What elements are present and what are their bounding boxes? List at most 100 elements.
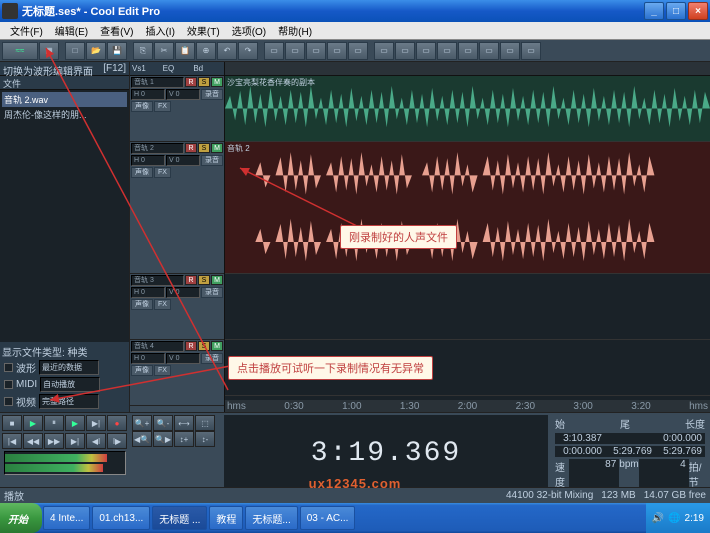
toolbar-multitrack-icon[interactable]: ▦ <box>39 42 59 60</box>
zoom-sel-button[interactable]: ⬚ <box>195 415 215 431</box>
rewind-button[interactable]: ◀◀ <box>23 433 43 449</box>
start-button[interactable]: 开始 <box>0 503 42 533</box>
goto-end-button[interactable]: ▶| <box>65 433 85 449</box>
waveform-track-1[interactable]: 沙宝亮梨花香伴奏的副本 <box>225 76 710 142</box>
toolbar-waveform-icon[interactable]: ≈≈ <box>2 42 38 60</box>
toolbar-mixpaste-icon[interactable]: ⊕ <box>196 42 216 60</box>
taskbar-item[interactable]: 无标题 ... <box>152 506 207 530</box>
play-loop-button[interactable]: ▶ <box>65 415 85 431</box>
record-arm-button[interactable]: R <box>185 143 197 153</box>
zoom-v-in-button[interactable]: ↕+ <box>174 431 194 447</box>
maximize-button[interactable]: □ <box>666 2 686 20</box>
zoom-out-button[interactable]: 🔍- <box>153 415 173 431</box>
toolbar-paste-icon[interactable]: 📋 <box>175 42 195 60</box>
status-samplerate: 44100 32-bit Mixing <box>506 490 593 501</box>
timeline[interactable] <box>225 62 710 76</box>
toolbar-open-icon[interactable]: 📂 <box>86 42 106 60</box>
menu-options[interactable]: 选项(O) <box>226 22 272 39</box>
toolbar-cut-icon[interactable]: ✂ <box>154 42 174 60</box>
file-item[interactable]: 周杰伦-像这样的朋... <box>2 107 127 122</box>
forward-button[interactable]: ▶▶ <box>44 433 64 449</box>
toolbar-btn-f[interactable]: ▭ <box>374 42 394 60</box>
play-to-end-button[interactable]: ▶| <box>86 415 106 431</box>
play-button[interactable]: ▶ <box>23 415 43 431</box>
zoom-in-right-button[interactable]: 🔍▶ <box>153 431 173 447</box>
toolbar-copy-icon[interactable]: ⎘ <box>133 42 153 60</box>
file-tab[interactable]: 文件 <box>0 76 129 90</box>
toolbar-btn-i[interactable]: ▭ <box>437 42 457 60</box>
toolbar-btn-g[interactable]: ▭ <box>395 42 415 60</box>
file-item[interactable]: 音轨 2.wav <box>2 92 127 107</box>
solo-button[interactable]: S <box>198 341 210 351</box>
toolbar-undo-icon[interactable]: ↶ <box>217 42 237 60</box>
toolbar-btn-e[interactable]: ▭ <box>348 42 368 60</box>
toolbar-btn-k[interactable]: ▭ <box>479 42 499 60</box>
tray-icon[interactable]: 🔊 <box>652 513 664 524</box>
toolbar-btn-b[interactable]: ▭ <box>285 42 305 60</box>
mute-button[interactable]: M <box>211 341 223 351</box>
menu-help[interactable]: 帮助(H) <box>272 22 318 39</box>
solo-button[interactable]: S <box>198 275 210 285</box>
mode-label[interactable]: 切换为波形编辑界面 <box>3 63 93 74</box>
toolbar-btn-j[interactable]: ▭ <box>458 42 478 60</box>
record-arm-button[interactable]: R <box>185 77 197 87</box>
record-arm-button[interactable]: R <box>185 275 197 285</box>
toolbar-btn-c[interactable]: ▭ <box>306 42 326 60</box>
checkbox-video[interactable] <box>4 397 13 406</box>
autoplay-button[interactable]: 自动播放 <box>40 377 100 392</box>
menu-insert[interactable]: 插入(I) <box>139 22 180 39</box>
mute-button[interactable]: M <box>211 275 223 285</box>
tray-icon[interactable]: 🌐 <box>668 513 680 524</box>
taskbar-item[interactable]: 03 - AC... <box>300 506 356 530</box>
track-controls: Vs1EQBd 音轨 1RSM H 0V 0录音 声像FX 音轨 2RSM H … <box>130 62 225 412</box>
taskbar-item[interactable]: 教程 <box>209 506 243 530</box>
window-titlebar: 无标题.ses* - Cool Edit Pro _ □ × <box>0 0 710 22</box>
taskbar-item[interactable]: 无标题... <box>245 506 297 530</box>
solo-button[interactable]: S <box>198 77 210 87</box>
tray-clock[interactable]: 2:19 <box>685 513 704 524</box>
pause-button[interactable]: ⏸ <box>44 415 64 431</box>
zoom-full-button[interactable]: ⟷ <box>174 415 194 431</box>
zoom-in-left-button[interactable]: ◀🔍 <box>132 431 152 447</box>
toolbar-btn-h[interactable]: ▭ <box>416 42 436 60</box>
checkbox-wave[interactable] <box>4 363 13 372</box>
goto-start-button[interactable]: |◀ <box>2 433 22 449</box>
menu-view[interactable]: 查看(V) <box>94 22 139 39</box>
close-button[interactable]: × <box>688 2 708 20</box>
toolbar-new-icon[interactable]: □ <box>65 42 85 60</box>
file-list[interactable]: 音轨 2.wav 周杰伦-像这样的朋... <box>0 90 129 342</box>
fullpath-button[interactable]: 完整路径 <box>39 394 99 409</box>
track-header-2: 音轨 2RSM H 0V 0录音 声像FX <box>130 142 224 274</box>
toolbar-btn-l[interactable]: ▭ <box>500 42 520 60</box>
annotation-vocal-file: 刚录制好的人声文件 <box>340 225 457 249</box>
menu-edit[interactable]: 编辑(E) <box>49 22 94 39</box>
watermark: ux12345.com <box>309 476 402 491</box>
mute-button[interactable]: M <box>211 143 223 153</box>
checkbox-midi[interactable] <box>4 380 13 389</box>
zoom-v-out-button[interactable]: ↕- <box>195 431 215 447</box>
taskbar-item[interactable]: 4 Inte... <box>43 506 90 530</box>
toolbar-btn-a[interactable]: ▭ <box>264 42 284 60</box>
record-arm-button[interactable]: R <box>185 341 197 351</box>
menu-file[interactable]: 文件(F) <box>4 22 49 39</box>
system-tray[interactable]: 🔊 🌐 2:19 <box>646 503 710 533</box>
track-header-1: 音轨 1RSM H 0V 0录音 声像FX <box>130 76 224 142</box>
prev-marker-button[interactable]: ◀I <box>86 433 106 449</box>
mute-button[interactable]: M <box>211 77 223 87</box>
recent-dropdown[interactable]: 最近的数据 <box>39 360 99 375</box>
toolbar-redo-icon[interactable]: ↷ <box>238 42 258 60</box>
zoom-in-button[interactable]: 🔍+ <box>132 415 152 431</box>
time-ruler[interactable]: hms0:301:001:302:002:303:003:20hms <box>225 400 710 412</box>
menu-effects[interactable]: 效果(T) <box>181 22 226 39</box>
solo-button[interactable]: S <box>198 143 210 153</box>
minimize-button[interactable]: _ <box>644 2 664 20</box>
toolbar-save-icon[interactable]: 💾 <box>107 42 127 60</box>
waveform-track-3[interactable] <box>225 274 710 340</box>
toolbar-btn-m[interactable]: ▭ <box>521 42 541 60</box>
record-button[interactable]: ● <box>107 415 127 431</box>
stop-button[interactable]: ■ <box>2 415 22 431</box>
taskbar-item[interactable]: 01.ch13... <box>92 506 150 530</box>
waveform-track-2[interactable]: 音轨 2 <box>225 142 710 274</box>
toolbar-btn-d[interactable]: ▭ <box>327 42 347 60</box>
next-marker-button[interactable]: I▶ <box>107 433 127 449</box>
